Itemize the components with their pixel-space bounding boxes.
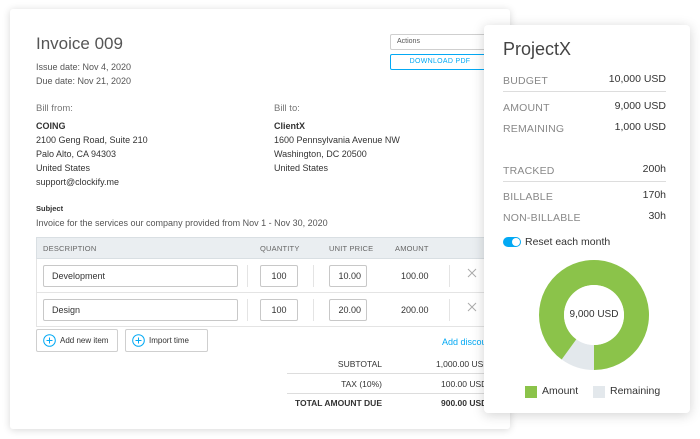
tracked-label: TRACKED [503,165,555,177]
row-amount: 100.00 [401,271,429,281]
divider [287,373,510,374]
description-input[interactable]: Development [43,265,238,287]
bill-to-name: ClientX [274,121,306,131]
table-header: DESCRIPTION QUANTITY UNIT PRICE AMOUNT [36,237,510,259]
column-header: UNIT PRICE [329,244,374,253]
total-label: TOTAL AMOUNT DUE [294,398,382,408]
close-icon[interactable] [466,267,478,279]
donut-center-label: 9,000 USD [569,309,619,320]
bill-to-line: 1600 Pennsylvania Avenue NW [274,135,400,145]
legend-swatch-amount [525,386,537,398]
description-input[interactable]: Design [43,299,238,321]
issue-date: Issue date: Nov 4, 2020 [36,62,132,72]
non-billable-label: NON-BILLABLE [503,212,581,224]
invoice-card: Invoice 009 Issue date: Nov 4, 2020 Due … [10,9,510,429]
divider [287,393,510,394]
project-card: ProjectX BUDGET 10,000 USD AMOUNT 9,000 … [484,25,690,413]
plus-circle-icon [43,334,56,347]
tax-value: 100.00 USD [441,379,488,389]
divider [503,91,666,92]
table-row: Development 100 10.00 100.00 [36,259,510,293]
legend-swatch-remaining [593,386,605,398]
divider [247,299,248,321]
budget-donut-chart: 9,000 USD [538,259,650,371]
divider [247,265,248,287]
invoice-title: Invoice 009 [36,34,123,53]
remaining-value: 1,000 USD [614,121,666,133]
column-header: QUANTITY [260,244,300,253]
billable-label: BILLABLE [503,191,554,203]
remaining-label: REMAINING [503,123,565,135]
tracked-value: 200h [642,163,666,175]
subtotal-value: 1,000.00 USD [436,359,490,369]
legend-label-amount: Amount [542,385,579,397]
project-title: ProjectX [503,39,572,59]
amount-label: AMOUNT [503,102,550,114]
bill-from-line: United States [36,163,91,173]
unit-price-input[interactable]: 20.00 [329,299,367,321]
bill-from-line: Palo Alto, CA 94303 [36,149,117,159]
quantity-input[interactable]: 100 [260,265,298,287]
non-billable-value: 30h [648,210,666,222]
column-header: AMOUNT [395,244,429,253]
table-row: Design 100 20.00 200.00 [36,293,510,327]
divider [503,181,666,182]
total-value: 900.00 USD [441,398,488,408]
bill-to-label: Bill to: [274,103,300,114]
close-icon[interactable] [466,301,478,313]
actions-dropdown[interactable]: Actions [390,34,490,50]
screen: Invoice 009 Issue date: Nov 4, 2020 Due … [0,0,700,439]
download-pdf-button[interactable]: DOWNLOAD PDF [390,54,490,70]
plus-circle-icon [132,334,145,347]
add-new-item-label: Add new item [60,336,109,345]
bill-from-line: support@clockify.me [36,177,119,187]
divider [449,265,450,287]
bill-to-line: United States [274,163,329,173]
reset-toggle[interactable] [503,237,521,247]
bill-to-line: Washington, DC 20500 [274,149,367,159]
tax-label: TAX (10%) [341,379,382,389]
bill-from-name: COING [36,121,66,131]
column-header: DESCRIPTION [43,244,97,253]
divider [449,299,450,321]
import-time-button[interactable]: Import time [125,329,208,352]
import-time-label: Import time [149,336,190,345]
subtotal-label: SUBTOTAL [337,359,382,369]
row-amount: 200.00 [401,305,429,315]
quantity-input[interactable]: 100 [260,299,298,321]
divider [313,299,314,321]
due-date: Due date: Nov 21, 2020 [36,76,132,86]
add-discount-link[interactable]: Add discou [442,337,487,347]
legend-label-remaining: Remaining [610,385,661,397]
bill-from-label: Bill from: [36,103,73,114]
subject-text[interactable]: Invoice for the services our company pro… [36,218,328,228]
toggle-knob [512,238,520,246]
add-new-item-button[interactable]: Add new item [36,329,118,352]
bill-from-line: 2100 Geng Road, Suite 210 [36,135,148,145]
unit-price-input[interactable]: 10.00 [329,265,367,287]
subject-label: Subject [36,204,64,213]
reset-label: Reset each month [525,236,611,248]
billable-value: 170h [642,189,666,201]
amount-value: 9,000 USD [614,100,666,112]
budget-label: BUDGET [503,75,548,87]
budget-value: 10,000 USD [608,73,666,85]
divider [313,265,314,287]
